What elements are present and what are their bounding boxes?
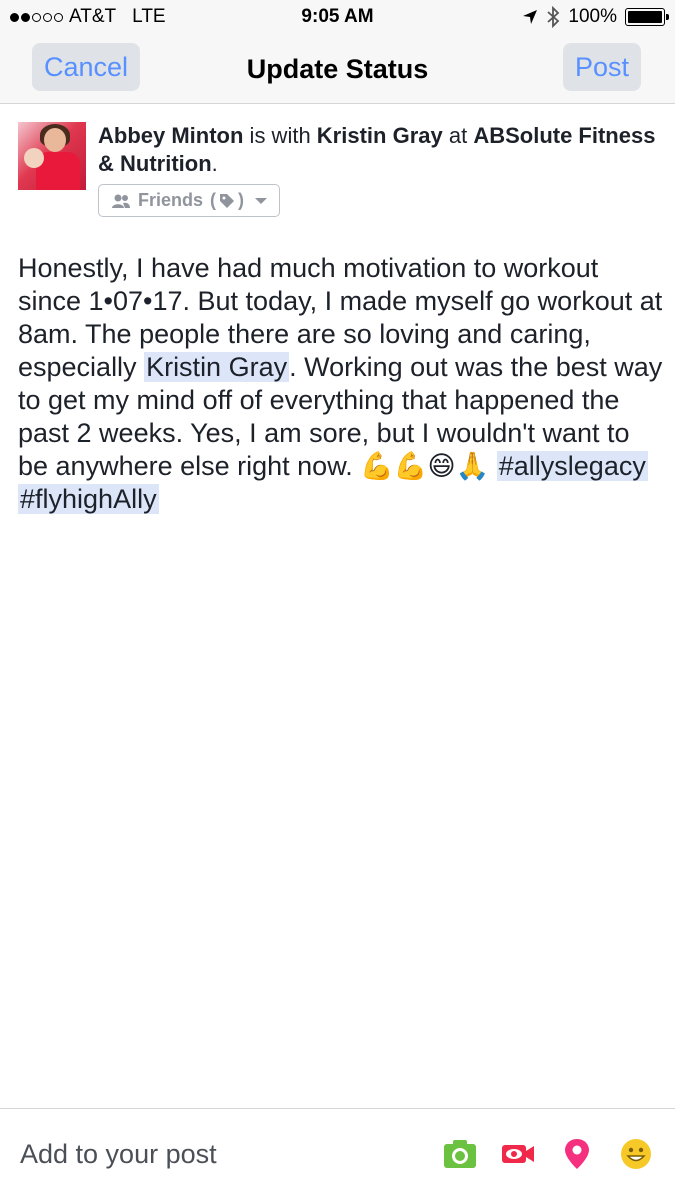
audience-label: Friends: [138, 190, 204, 210]
add-to-post-label[interactable]: Add to your post: [20, 1139, 217, 1170]
bluetooth-icon: [547, 6, 560, 28]
mention-kristin-gray[interactable]: Kristin Gray: [144, 352, 290, 382]
location-arrow-icon: [523, 10, 538, 24]
video-icon[interactable]: [501, 1138, 535, 1170]
navigation-bar: Cancel Update Status Post: [0, 36, 675, 104]
smiley-icon[interactable]: [619, 1138, 653, 1170]
audience-selector[interactable]: Friends (): [98, 184, 281, 217]
hashtag-allyslegacy[interactable]: #allyslegacy: [496, 451, 648, 481]
with-text: is with: [243, 123, 317, 148]
audience-paren-close: ): [238, 190, 245, 210]
battery-icon: [625, 8, 669, 26]
post-header: Abbey Minton is with Kristin Gray at ABS…: [98, 122, 658, 178]
emoji-sequence: 💪💪😄🙏: [360, 451, 490, 481]
camera-icon[interactable]: [443, 1138, 477, 1170]
hashtag-flyhighally[interactable]: #flyhighAlly: [18, 484, 159, 514]
status-bar-right: 100%: [522, 6, 669, 28]
location-pin-icon[interactable]: [560, 1138, 594, 1170]
tag-icon: [220, 193, 235, 208]
post-text-area[interactable]: Honestly, I have had much motivation to …: [18, 252, 663, 516]
post-button[interactable]: Post: [562, 43, 641, 91]
tagged-friend[interactable]: Kristin Gray: [317, 123, 443, 148]
at-text: at: [442, 123, 474, 148]
avatar[interactable]: [18, 122, 86, 190]
status-bar: AT&T LTE 9:05 AM 100%: [0, 0, 675, 36]
chevron-down-icon: [255, 197, 268, 204]
add-to-post-bar: Add to your post: [0, 1108, 675, 1200]
author-name[interactable]: Abbey Minton: [98, 123, 243, 148]
audience-paren-open: (: [210, 190, 217, 210]
battery-percent: 100%: [568, 6, 617, 27]
header-end: .: [211, 151, 218, 176]
friends-icon: [112, 194, 130, 208]
